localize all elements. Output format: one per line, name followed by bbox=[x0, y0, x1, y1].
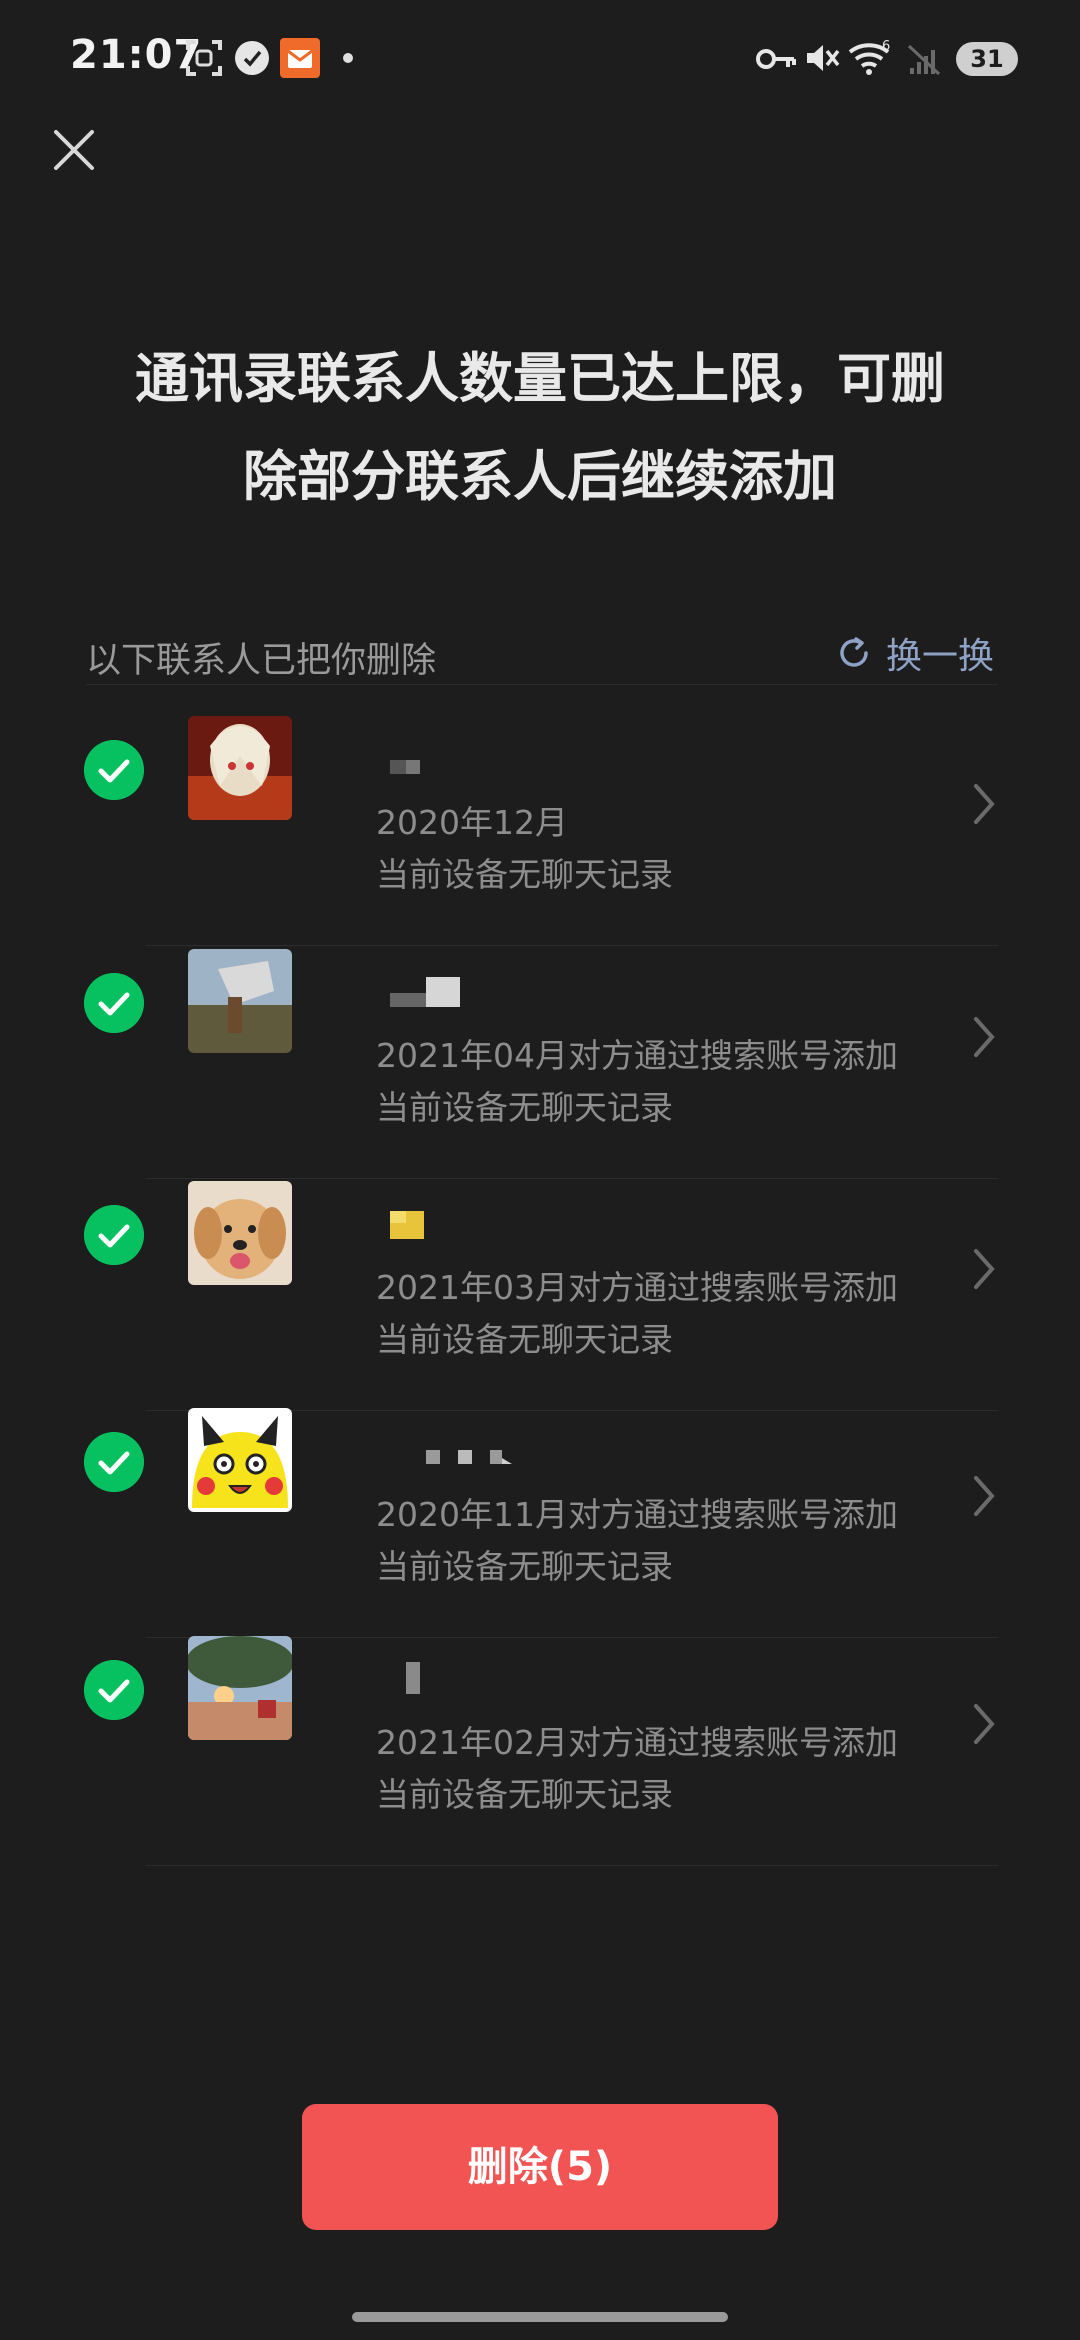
contact-chat-status: 当前设备无聊天记录 bbox=[376, 1088, 673, 1127]
contact-chat-status: 当前设备无聊天记录 bbox=[376, 1320, 673, 1359]
divider bbox=[146, 1178, 998, 1179]
contact-row[interactable]: 2021年04月对方通过搜索账号添加 当前设备无聊天记录 bbox=[0, 949, 1080, 1179]
checked-icon[interactable] bbox=[84, 740, 144, 800]
name-placeholder bbox=[406, 1662, 420, 1694]
status-time: 21:07 bbox=[70, 32, 203, 78]
mute-icon bbox=[807, 45, 840, 71]
sunset-avatar-icon bbox=[188, 1636, 292, 1740]
notification-dot-icon bbox=[343, 53, 353, 63]
section-label: 以下联系人已把你删除 bbox=[86, 641, 437, 681]
name-placeholder bbox=[426, 1450, 512, 1464]
name-placeholder bbox=[390, 977, 460, 1007]
clock-app-icon bbox=[235, 41, 269, 75]
battery-indicator: 31 bbox=[956, 42, 1018, 76]
contact-added-info: 2021年04月对方通过搜索账号添加 bbox=[376, 1036, 898, 1075]
contact-added-info: 2020年12月 bbox=[376, 803, 568, 842]
dog-avatar-icon bbox=[188, 1181, 292, 1285]
contact-added-info: 2021年03月对方通过搜索账号添加 bbox=[376, 1268, 898, 1307]
signal-off-icon bbox=[907, 44, 941, 76]
title-line-2: 除部分联系人后继续添加 bbox=[243, 445, 837, 508]
name-placeholder bbox=[390, 1211, 424, 1239]
wifi-icon: 6 bbox=[848, 39, 890, 75]
svg-text:6: 6 bbox=[882, 39, 890, 54]
checked-icon[interactable] bbox=[84, 1660, 144, 1720]
chevron-right-icon bbox=[974, 1704, 995, 1744]
delete-button[interactable]: 删除(5) bbox=[302, 2104, 778, 2230]
checked-icon[interactable] bbox=[84, 1205, 144, 1265]
outdoor-photo-avatar-icon bbox=[188, 949, 292, 1053]
checked-icon[interactable] bbox=[84, 973, 144, 1033]
contact-added-info: 2021年02月对方通过搜索账号添加 bbox=[376, 1723, 898, 1762]
key-icon bbox=[756, 49, 796, 69]
divider bbox=[146, 1865, 998, 1866]
chevron-right-icon bbox=[974, 1476, 995, 1516]
close-icon[interactable] bbox=[50, 126, 98, 174]
contact-chat-status: 当前设备无聊天记录 bbox=[376, 1547, 673, 1586]
contact-added-info: 2020年11月对方通过搜索账号添加 bbox=[376, 1495, 898, 1534]
contact-row[interactable]: 2020年11月对方通过搜索账号添加 当前设备无聊天记录 bbox=[0, 1408, 1080, 1638]
refresh-button[interactable]: 换一换 bbox=[836, 628, 994, 678]
pikachu-avatar-icon bbox=[188, 1408, 292, 1512]
divider bbox=[146, 945, 998, 946]
chevron-right-icon bbox=[974, 1017, 995, 1057]
refresh-label: 换一换 bbox=[886, 636, 995, 677]
contact-row[interactable]: 2020年12月 当前设备无聊天记录 bbox=[0, 716, 1080, 946]
mail-app-icon bbox=[280, 38, 320, 78]
contact-chat-status: 当前设备无聊天记录 bbox=[376, 855, 673, 894]
refresh-icon bbox=[840, 637, 868, 667]
title-line-1: 通讯录联系人数量已达上限，可删 bbox=[135, 347, 945, 410]
home-indicator[interactable] bbox=[352, 2312, 728, 2322]
contact-row[interactable]: 2021年03月对方通过搜索账号添加 当前设备无聊天记录 bbox=[0, 1181, 1080, 1411]
chevron-right-icon bbox=[974, 784, 995, 824]
chevron-right-icon bbox=[974, 1249, 995, 1289]
status-bar: 21:07 6 31 bbox=[0, 0, 1080, 120]
screenshot-icon bbox=[186, 40, 222, 76]
page-title: 通讯录联系人数量已达上限，可删 除部分联系人后继续添加 bbox=[60, 330, 1020, 526]
checked-icon[interactable] bbox=[84, 1432, 144, 1492]
divider bbox=[86, 684, 998, 685]
anime-avatar-icon bbox=[188, 716, 292, 820]
name-placeholder bbox=[390, 760, 420, 774]
contact-row[interactable]: 2021年02月对方通过搜索账号添加 当前设备无聊天记录 bbox=[0, 1636, 1080, 1866]
contact-chat-status: 当前设备无聊天记录 bbox=[376, 1775, 673, 1814]
